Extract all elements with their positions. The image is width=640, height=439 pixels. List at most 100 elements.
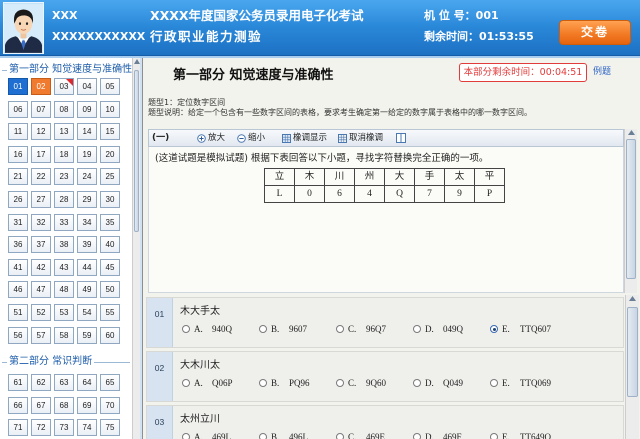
answer-option[interactable]: D. 469F: [413, 431, 490, 439]
answer-option[interactable]: A. 940Q: [182, 323, 259, 335]
scroll-up-arrow-icon[interactable]: [133, 59, 140, 64]
questions-scroll-thumb[interactable]: [627, 307, 638, 397]
question-nav-button[interactable]: 10: [100, 100, 120, 118]
question-nav-button[interactable]: 14: [77, 123, 97, 141]
answer-option[interactable]: B. PQ96: [259, 377, 336, 389]
question-nav-button[interactable]: 21: [8, 168, 28, 186]
question-nav-button[interactable]: 56: [8, 326, 28, 344]
question-nav-button[interactable]: 74: [77, 419, 97, 437]
question-nav-button[interactable]: 25: [100, 168, 120, 186]
answer-option[interactable]: E. TTQ069: [490, 377, 567, 389]
question-nav-button[interactable]: 05: [100, 78, 120, 95]
question-nav-button[interactable]: 12: [31, 123, 51, 141]
question-nav-button[interactable]: 54: [77, 303, 97, 321]
question-nav-button[interactable]: 75: [100, 419, 120, 437]
question-nav-button[interactable]: 49: [77, 281, 97, 299]
layout-toggle-button[interactable]: [396, 132, 406, 144]
radio-button[interactable]: [182, 379, 190, 387]
radio-button[interactable]: [259, 433, 267, 439]
answer-option[interactable]: C. 469E: [336, 431, 413, 439]
question-nav-button[interactable]: 71: [8, 419, 28, 437]
question-nav-button[interactable]: 61: [8, 374, 28, 391]
answer-option[interactable]: D. 049Q: [413, 323, 490, 335]
question-nav-button[interactable]: 46: [8, 281, 28, 299]
question-nav-button[interactable]: 32: [31, 213, 51, 231]
highlight-button[interactable]: 橡调显示: [282, 132, 327, 144]
question-nav-button[interactable]: 28: [54, 190, 74, 208]
question-nav-button[interactable]: 59: [77, 326, 97, 344]
question-nav-button[interactable]: 27: [31, 190, 51, 208]
question-nav-button[interactable]: 17: [31, 145, 51, 163]
radio-button[interactable]: [336, 325, 344, 333]
question-nav-button[interactable]: 69: [77, 396, 97, 414]
question-nav-button[interactable]: 64: [77, 374, 97, 391]
sidebar-scroll-thumb[interactable]: [134, 70, 139, 232]
stem-scrollbar[interactable]: [624, 129, 637, 293]
question-nav-button[interactable]: 36: [8, 236, 28, 254]
questions-scrollbar[interactable]: [625, 295, 639, 439]
answer-option[interactable]: A. Q06P: [182, 377, 259, 389]
question-nav-button[interactable]: 38: [54, 236, 74, 254]
cancel-highlight-button[interactable]: 取消橡调: [338, 132, 383, 144]
question-nav-button[interactable]: 37: [31, 236, 51, 254]
question-nav-button[interactable]: 53: [54, 303, 74, 321]
answer-option[interactable]: B. 9607: [259, 323, 336, 335]
question-nav-button[interactable]: 57: [31, 326, 51, 344]
radio-button[interactable]: [413, 325, 421, 333]
question-nav-button[interactable]: 34: [77, 213, 97, 231]
scroll-up-arrow-icon[interactable]: [625, 130, 637, 135]
question-nav-button[interactable]: 52: [31, 303, 51, 321]
question-nav-button[interactable]: 73: [54, 419, 74, 437]
radio-button[interactable]: [490, 379, 498, 387]
question-nav-button[interactable]: 04: [77, 78, 97, 95]
question-nav-button[interactable]: 58: [54, 326, 74, 344]
question-nav-button[interactable]: 33: [54, 213, 74, 231]
answer-option[interactable]: D. Q049: [413, 377, 490, 389]
question-nav-button[interactable]: 72: [31, 419, 51, 437]
answer-option[interactable]: B. 496L: [259, 431, 336, 439]
question-nav-button[interactable]: 08: [54, 100, 74, 118]
question-nav-button[interactable]: 63: [54, 374, 74, 391]
question-nav-button[interactable]: 13: [54, 123, 74, 141]
question-nav-button[interactable]: 50: [100, 281, 120, 299]
question-nav-button[interactable]: 48: [54, 281, 74, 299]
question-nav-button[interactable]: 03: [54, 78, 74, 95]
question-nav-button[interactable]: 19: [77, 145, 97, 163]
question-nav-button[interactable]: 07: [31, 100, 51, 118]
question-nav-button[interactable]: 35: [100, 213, 120, 231]
question-nav-button[interactable]: 06: [8, 100, 28, 118]
question-nav-button[interactable]: 01: [8, 78, 28, 95]
question-nav-button[interactable]: 51: [8, 303, 28, 321]
question-nav-button[interactable]: 11: [8, 123, 28, 141]
question-nav-button[interactable]: 65: [100, 374, 120, 391]
radio-button[interactable]: [182, 325, 190, 333]
question-nav-button[interactable]: 43: [54, 258, 74, 276]
question-nav-button[interactable]: 22: [31, 168, 51, 186]
question-nav-button[interactable]: 24: [77, 168, 97, 186]
answer-option[interactable]: A. 469L: [182, 431, 259, 439]
question-nav-button[interactable]: 45: [100, 258, 120, 276]
stem-scroll-thumb[interactable]: [626, 139, 636, 279]
question-nav-button[interactable]: 02: [31, 78, 51, 95]
answer-option[interactable]: C. 9Q60: [336, 377, 413, 389]
zoom-in-button[interactable]: 放大: [197, 132, 225, 144]
question-nav-button[interactable]: 40: [100, 236, 120, 254]
scroll-up-arrow-icon[interactable]: [626, 296, 639, 301]
radio-button[interactable]: [259, 379, 267, 387]
question-nav-button[interactable]: 70: [100, 396, 120, 414]
sidebar-scrollbar[interactable]: [132, 58, 140, 439]
question-nav-button[interactable]: 20: [100, 145, 120, 163]
question-nav-button[interactable]: 39: [77, 236, 97, 254]
question-nav-button[interactable]: 15: [100, 123, 120, 141]
radio-button[interactable]: [336, 379, 344, 387]
question-nav-button[interactable]: 29: [77, 190, 97, 208]
radio-button[interactable]: [336, 433, 344, 439]
zoom-out-button[interactable]: 缩小: [237, 132, 265, 144]
question-nav-button[interactable]: 60: [100, 326, 120, 344]
radio-button[interactable]: [490, 433, 498, 439]
question-nav-button[interactable]: 18: [54, 145, 74, 163]
question-nav-button[interactable]: 23: [54, 168, 74, 186]
question-nav-button[interactable]: 41: [8, 258, 28, 276]
question-nav-button[interactable]: 55: [100, 303, 120, 321]
radio-button[interactable]: [490, 325, 498, 333]
